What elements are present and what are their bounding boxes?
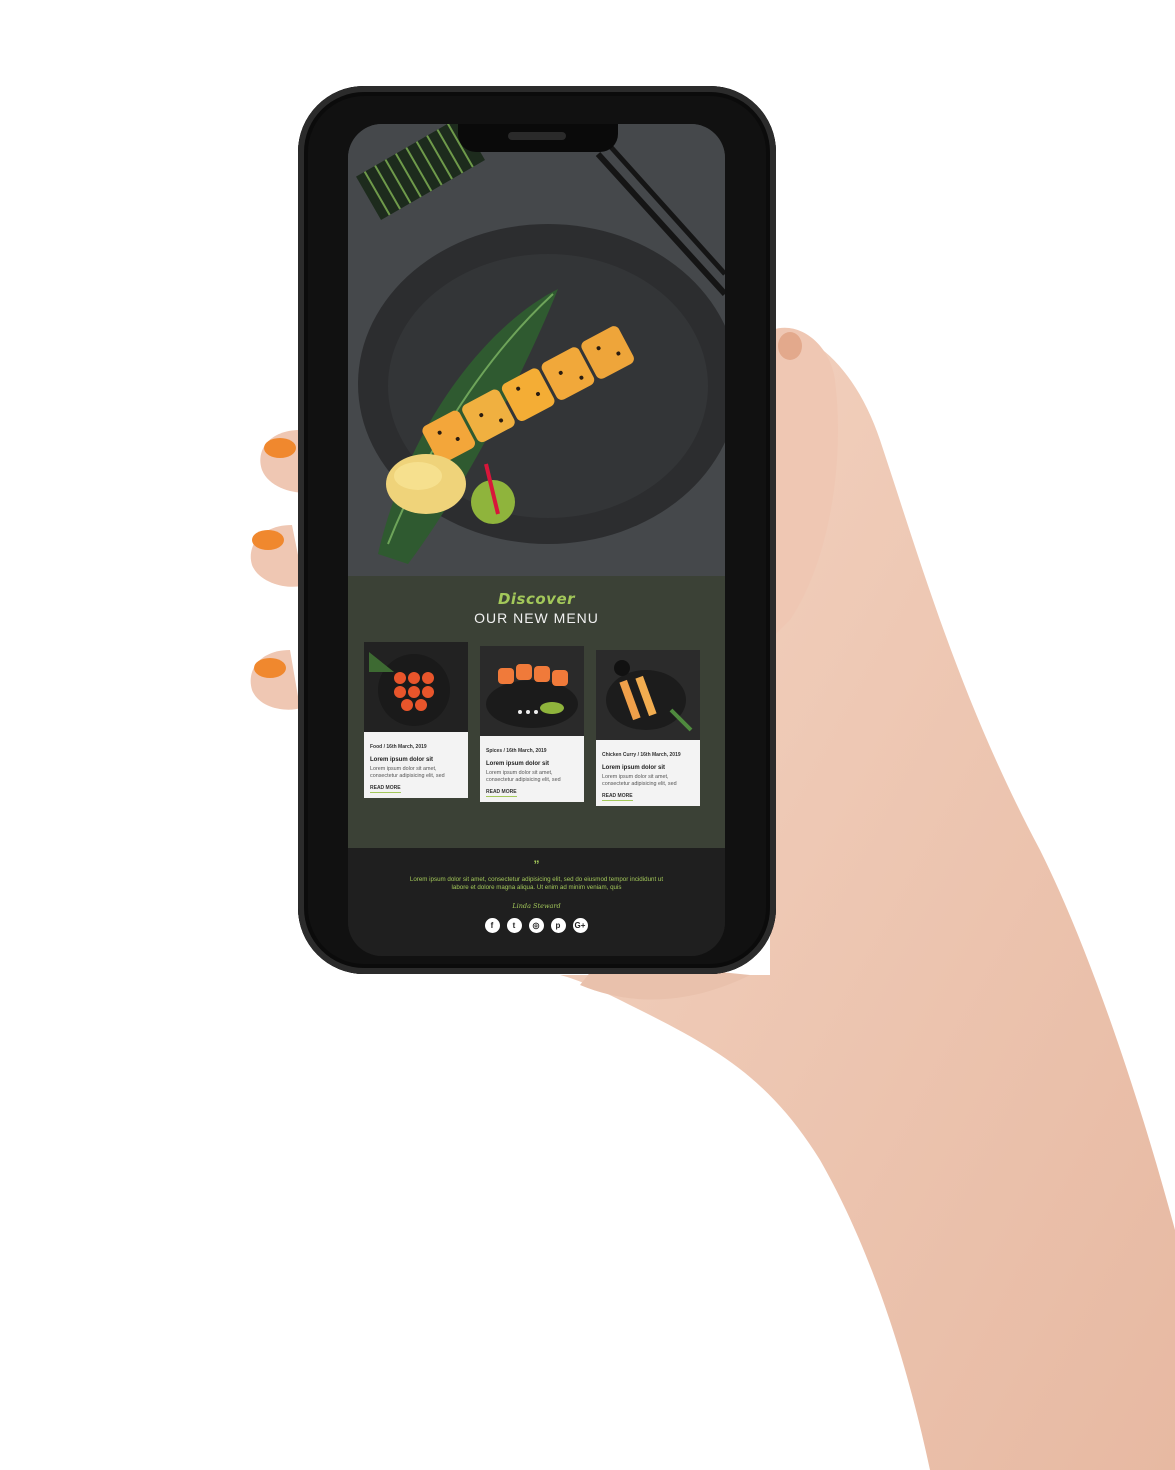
testimonial-signature: Linda Steward: [512, 902, 561, 910]
hero-image: [348, 124, 725, 576]
menu-title: OUR NEW MENU: [474, 610, 599, 626]
card-image: [596, 650, 700, 740]
twitter-icon[interactable]: t: [506, 918, 522, 933]
card-title: Lorem ipsum dolor sit: [602, 765, 666, 771]
instagram-icon[interactable]: ◎: [528, 918, 544, 933]
card-image: [364, 642, 468, 732]
read-more-link[interactable]: READ MORE: [602, 793, 633, 801]
google-plus-icon[interactable]: G+: [572, 918, 588, 933]
card-body: Lorem ipsum dolor sit amet, consectetur …: [486, 770, 561, 783]
footer: ” Lorem ipsum dolor sit amet, consectetu…: [348, 848, 725, 956]
card-image: [480, 646, 584, 736]
card-meta: Spices / 16th March, 2019: [486, 748, 547, 754]
discover-heading: Discover: [497, 590, 576, 608]
testimonial-text: Lorem ipsum dolor sit amet, consectetur …: [409, 876, 664, 891]
menu-card[interactable]: Food / 16th March, 2019 Lorem ipsum dolo…: [364, 642, 468, 798]
social-links: f t ◎ p G+: [466, 918, 606, 934]
menu-card[interactable]: Spices / 16th March, 2019 Lorem ipsum do…: [480, 646, 584, 802]
pinterest-icon[interactable]: p: [550, 918, 566, 933]
card-title: Lorem ipsum dolor sit: [486, 761, 550, 767]
phone-speaker: [508, 132, 566, 140]
card-meta: Food / 16th March, 2019: [370, 744, 427, 750]
quote-icon: ”: [533, 858, 540, 872]
read-more-link[interactable]: READ MORE: [370, 785, 401, 793]
card-title: Lorem ipsum dolor sit: [370, 757, 434, 763]
menu-section: Discover OUR NEW MENU Food / 16th March,…: [348, 576, 725, 848]
card-body: Lorem ipsum dolor sit amet, consectetur …: [370, 766, 445, 779]
read-more-link[interactable]: READ MORE: [486, 789, 517, 797]
menu-card[interactable]: Chicken Curry / 16th March, 2019 Lorem i…: [596, 650, 700, 806]
card-meta: Chicken Curry / 16th March, 2019: [602, 752, 681, 758]
facebook-icon[interactable]: f: [484, 918, 500, 933]
card-body: Lorem ipsum dolor sit amet, consectetur …: [602, 774, 677, 787]
phone-screen: Discover OUR NEW MENU Food / 16th March,…: [348, 124, 725, 956]
